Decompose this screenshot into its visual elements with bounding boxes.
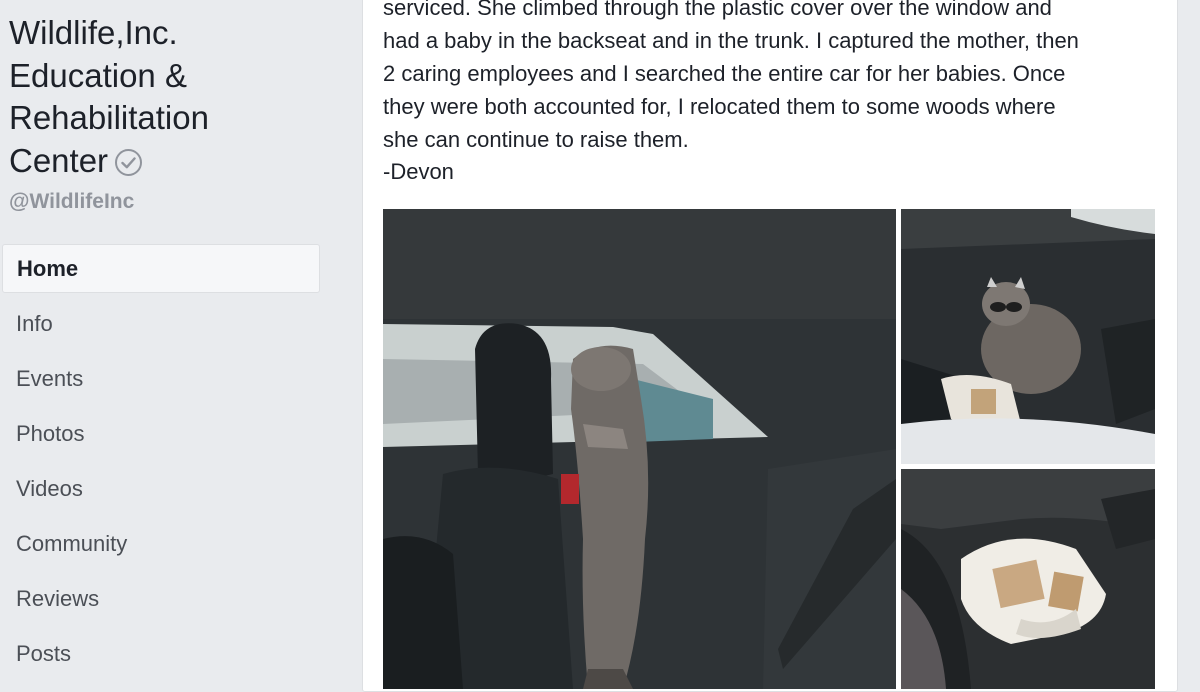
page-title-line-last: Center xyxy=(9,140,329,183)
nav-item-videos[interactable]: Videos xyxy=(2,464,320,513)
post-text-line: they were both accounted for, I relocate… xyxy=(383,94,1056,119)
post-card: serviced. She climbed through the plasti… xyxy=(362,0,1178,692)
page-title-line-text: Center xyxy=(9,141,109,179)
nav-item-home[interactable]: Home xyxy=(2,244,320,293)
page-title[interactable]: Wildlife,Inc. Education & Rehabilitation… xyxy=(9,12,329,182)
nav-item-reviews[interactable]: Reviews xyxy=(2,574,320,623)
page-title-line: Rehabilitation xyxy=(9,99,209,136)
raccoon-at-car-window-photo[interactable] xyxy=(383,209,896,689)
post-body: serviced. She climbed through the plasti… xyxy=(383,0,1163,156)
post-text-line: 2 caring employees and I searched the en… xyxy=(383,61,1066,86)
post-signature: -Devon xyxy=(383,159,454,184)
verified-badge-icon xyxy=(114,145,143,177)
nav-item-photos[interactable]: Photos xyxy=(2,409,320,458)
page-title-line: Wildlife,Inc. xyxy=(9,14,178,51)
nav-item-info[interactable]: Info xyxy=(2,299,320,348)
torn-box-on-seat-photo[interactable] xyxy=(901,469,1155,689)
post-text-line: she can continue to raise them. xyxy=(383,127,689,152)
nav-item-posts[interactable]: Posts xyxy=(2,629,320,678)
page-title-line: Education & xyxy=(9,56,187,94)
post-text-line: serviced. She climbed through the plasti… xyxy=(383,0,1052,20)
page-nav: Home Info Events Photos Videos Community… xyxy=(2,244,320,684)
nav-item-events[interactable]: Events xyxy=(2,354,320,403)
post-text-line: had a baby in the backseat and in the tr… xyxy=(383,28,1079,53)
nav-item-community[interactable]: Community xyxy=(2,519,320,568)
page-handle[interactable]: @WildlifeInc xyxy=(9,190,134,214)
raccoon-in-back-seat-photo[interactable] xyxy=(901,209,1155,464)
page-sidebar: Wildlife,Inc. Education & Rehabilitation… xyxy=(0,0,340,674)
